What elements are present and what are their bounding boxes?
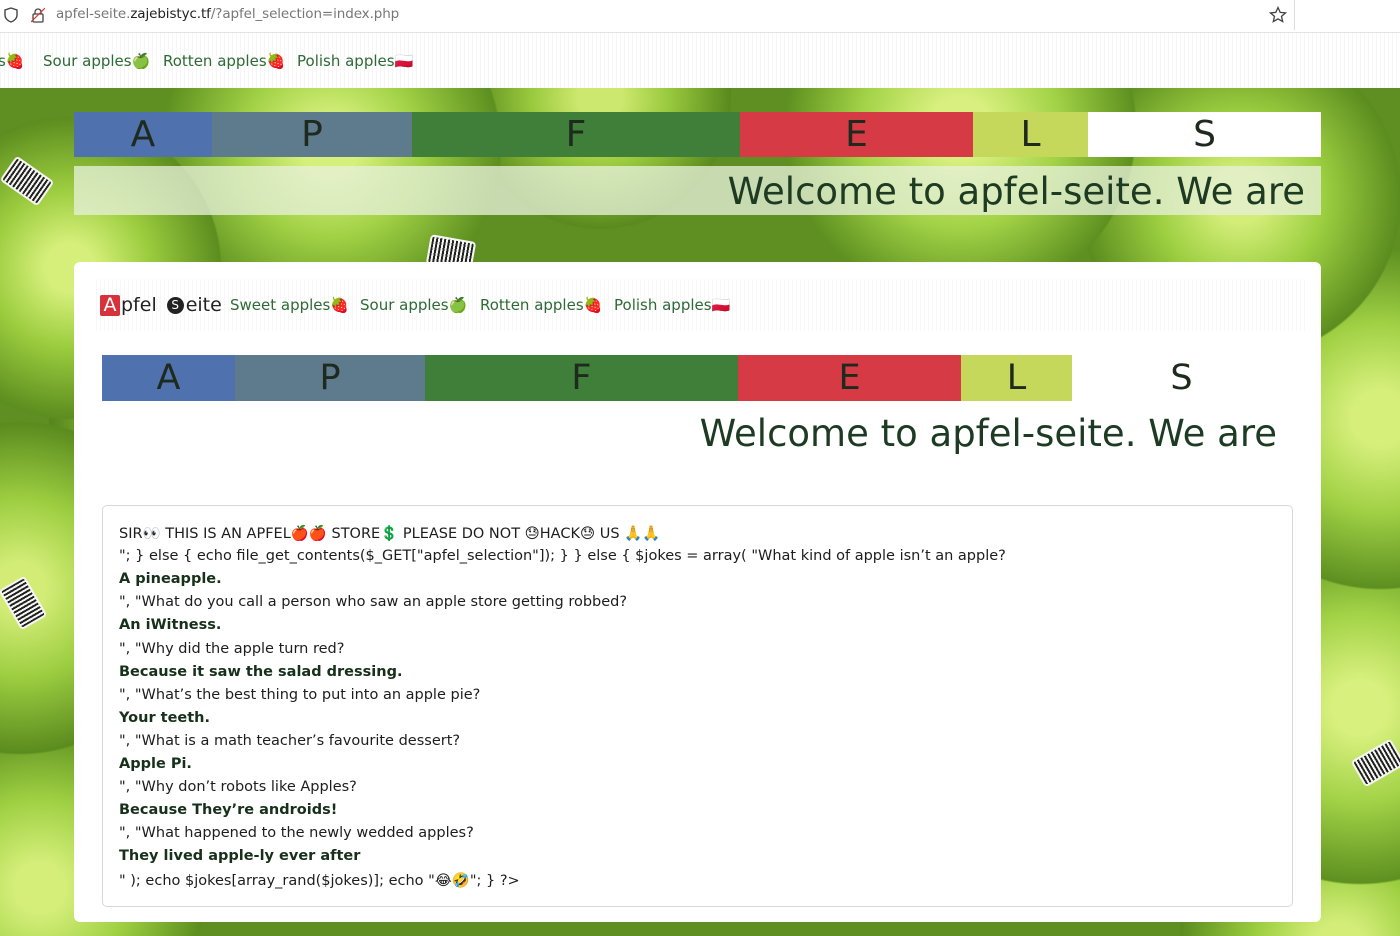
title-letter-f: F (412, 112, 740, 157)
title-letter-p: P (212, 112, 412, 157)
brand-word-seite: eite (185, 294, 222, 316)
content-line: ", "Why don’t robots like Apples? (119, 779, 357, 796)
outer-nav-rotten-apples-link[interactable]: Rotten apples🍓 (163, 52, 285, 70)
url-prefix: apfel-seite. (56, 6, 131, 22)
title-letter-l: L (973, 112, 1088, 157)
content-line: ", "What is a math teacher’s favourite d… (119, 732, 461, 749)
apple-sticker (1350, 738, 1400, 788)
nav-sweet-apples-link[interactable]: Sweet apples🍓 (230, 296, 349, 314)
outer-nav-polish-apples-link[interactable]: Polish apples🇵🇱 (297, 52, 413, 70)
nav-rotten-apples-link[interactable]: Rotten apples🍓 (480, 296, 602, 314)
outer-nav-sweet-apples-link[interactable]: s🍓 (0, 52, 25, 70)
title-letter-e: E (738, 355, 961, 401)
title-letter-a: A (102, 355, 235, 401)
bookmark-star-icon[interactable] (1269, 6, 1287, 24)
inner-navbar: Apfel Seite Sweet apples🍓 Sour apples🍏 Ro… (96, 279, 1306, 331)
title-letter-a: A (74, 112, 212, 157)
content-line: ", "What’s the best thing to put into an… (119, 686, 481, 703)
content-line: ", "Why did the apple turn red? (119, 640, 345, 657)
title-letter-p: P (235, 355, 425, 401)
joke-punchline: Because They’re androids! (119, 802, 338, 819)
title-letter-s: S (1088, 112, 1321, 157)
outer-welcome-text: Welcome to apfel-seite. We are (727, 170, 1305, 213)
brand-letter-a: A (100, 295, 120, 316)
brand-word-apfel: pfel (121, 294, 157, 316)
joke-punchline: Your teeth. (119, 709, 211, 726)
nav-sour-apples-link[interactable]: Sour apples🍏 (360, 296, 467, 314)
page-info-icon[interactable] (31, 7, 45, 23)
nav-polish-apples-link[interactable]: Polish apples🇵🇱 (614, 296, 730, 314)
content-line: "; } else { echo file_get_contents($_GET… (119, 548, 1006, 565)
joke-punchline: They lived apple-ly ever after (119, 848, 361, 865)
brand-letter-s: S (166, 297, 184, 314)
main-card: Apfel Seite Sweet apples🍓 Sour apples🍏 Ro… (74, 262, 1321, 922)
content-panel: SIR👀 THIS IS AN APFEL🍎🍎 STORE💲 PLEASE DO… (102, 505, 1293, 907)
joke-punchline: A pineapple. (119, 571, 222, 588)
joke-punchline: An iWitness. (119, 617, 222, 634)
toolbar-divider (1294, 0, 1295, 30)
content-line: ", "What do you call a person who saw an… (119, 594, 628, 611)
joke-punchline: Because it saw the salad dressing. (119, 663, 403, 680)
content-line: SIR👀 THIS IS AN APFEL🍎🍎 STORE💲 PLEASE DO… (119, 526, 661, 542)
outer-apfels-title: A P F E L S (74, 112, 1321, 157)
content-line: ", "What happened to the newly wedded ap… (119, 825, 474, 842)
apple-sticker (0, 155, 55, 207)
url-domain: zajebistyc.tf (130, 6, 211, 22)
outer-navbar: s🍓 Sour apples🍏 Rotten apples🍓 Polish ap… (0, 33, 1400, 88)
inner-apfels-title: A P F E L S (102, 355, 1291, 401)
brand-logo[interactable]: Apfel Seite (100, 294, 222, 316)
content-line: " ); echo $jokes[array_rand($jokes)]; ec… (119, 872, 520, 889)
address-field[interactable]: apfel-seite.zajebistyc.tf/?apfel_selecti… (56, 6, 399, 22)
title-letter-e: E (740, 112, 973, 157)
url-path: /?apfel_selection=index.php (210, 6, 400, 22)
welcome-heading: Welcome to apfel-seite. We are (699, 412, 1277, 455)
joke-punchline: Apple Pi. (119, 756, 192, 772)
outer-welcome-banner: Welcome to apfel-seite. We are (74, 166, 1321, 215)
apple-sticker (0, 575, 48, 631)
browser-url-bar: apfel-seite.zajebistyc.tf/?apfel_selecti… (0, 0, 1400, 33)
shield-icon[interactable] (4, 7, 18, 23)
title-letter-l: L (961, 355, 1072, 401)
title-letter-f: F (425, 355, 738, 401)
title-letter-s: S (1072, 355, 1291, 401)
outer-nav-sour-apples-link[interactable]: Sour apples🍏 (43, 52, 150, 70)
